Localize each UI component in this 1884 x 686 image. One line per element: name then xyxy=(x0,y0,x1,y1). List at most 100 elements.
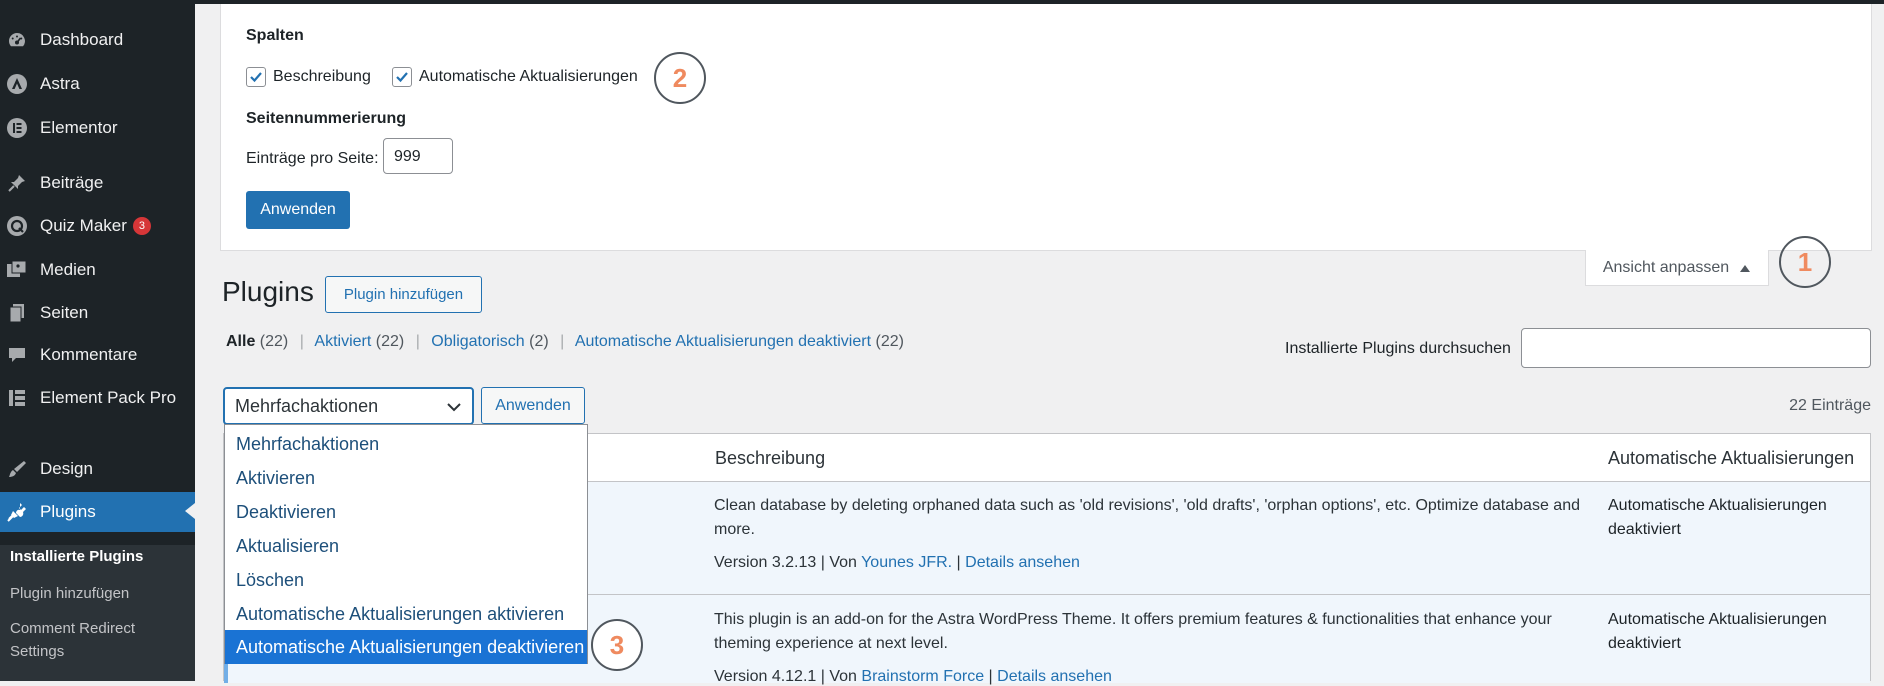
sidebar-item-astra[interactable]: Astra xyxy=(0,65,195,103)
filter-active-count: (22) xyxy=(375,333,405,350)
bulk-option[interactable]: Aktualisieren xyxy=(225,529,587,563)
filter-mustuse[interactable]: Obligatorisch xyxy=(431,333,524,350)
bulk-actions-select[interactable]: Mehrfachaktionen xyxy=(223,387,474,425)
bulk-actions-dropdown: Mehrfachaktionen Aktivieren Deaktivieren… xyxy=(224,424,588,664)
brush-icon xyxy=(2,459,32,479)
dashboard-icon xyxy=(2,30,32,50)
sidebar-item-element-pack-pro[interactable]: Element Pack Pro xyxy=(0,379,195,417)
comments-icon xyxy=(2,345,32,365)
plugins-submenu: Installierte Plugins Plugin hinzufügen C… xyxy=(0,545,195,681)
pin-icon xyxy=(2,173,32,193)
screen-options-toggle[interactable]: Ansicht anpassen xyxy=(1585,250,1769,286)
auto-updates-checkbox-label: Automatische Aktualisierungen xyxy=(419,68,638,85)
screen-options-panel: Spalten Beschreibung Automatische Aktual… xyxy=(220,4,1872,251)
bulk-option[interactable]: Löschen xyxy=(225,563,587,597)
checkmark-icon xyxy=(250,72,262,83)
filter-all-count: (22) xyxy=(259,333,289,350)
filter-separator: | xyxy=(560,333,565,350)
auto-update-status-line: deaktiviert xyxy=(1608,635,1681,652)
elementor-icon xyxy=(2,117,32,139)
description-checkbox[interactable] xyxy=(246,67,266,87)
checkmark-icon xyxy=(396,72,408,83)
callout-1: 1 xyxy=(1779,236,1831,288)
sidebar-item-dashboard[interactable]: Dashboard xyxy=(0,21,195,59)
callout-2: 2 xyxy=(654,52,706,104)
bulk-option[interactable]: Deaktivieren xyxy=(225,495,587,529)
media-icon xyxy=(2,260,32,280)
items-count: 22 Einträge xyxy=(1789,397,1871,414)
plugin-author-link[interactable]: Brainstorm Force xyxy=(861,668,984,685)
bulk-option[interactable]: Aktivieren xyxy=(225,461,587,495)
sidebar-item-seiten[interactable]: Seiten xyxy=(0,294,195,332)
sidebar-item-label: Medien xyxy=(40,260,96,279)
sidebar-item-label: Beiträge xyxy=(40,173,104,192)
per-page-input[interactable]: 999 xyxy=(383,138,453,174)
plugin-meta: Version 4.12.1 | Von Brainstorm Force | … xyxy=(714,668,1112,685)
filter-mustuse-count: (2) xyxy=(529,333,549,350)
notification-badge: 3 xyxy=(132,217,151,235)
plugin-author-link[interactable]: Younes JFR. xyxy=(861,554,952,571)
add-plugin-button[interactable]: Plugin hinzufügen xyxy=(325,276,482,313)
sidebar-item-design[interactable]: Design xyxy=(0,450,195,488)
sidebar-item-label: Design xyxy=(40,459,93,478)
auto-update-status-line: deaktiviert xyxy=(1608,521,1681,538)
bulk-option-highlighted[interactable]: Automatische Aktualisierungen deaktivier… xyxy=(225,630,587,664)
sidebar-item-quiz-maker[interactable]: Quiz Maker 3 xyxy=(0,207,195,245)
auto-update-status-line: Automatische Aktualisierungen xyxy=(1608,611,1827,628)
page-title: Plugins xyxy=(222,276,314,307)
apply-screen-options-button[interactable]: Anwenden xyxy=(246,191,350,229)
submenu-add-plugin[interactable]: Plugin hinzufügen xyxy=(10,582,185,605)
submenu-comment-redirect-settings[interactable]: Comment Redirect Settings xyxy=(10,617,185,663)
sidebar-item-label: Plugins xyxy=(40,502,96,521)
bulk-actions-selected: Mehrfachaktionen xyxy=(235,395,379,416)
admin-sidebar: Dashboard Astra Elementor Beiträge Quiz … xyxy=(0,0,195,681)
sidebar-item-label: Kommentare xyxy=(40,345,138,364)
per-page-label: Einträge pro Seite: xyxy=(246,150,379,167)
element-pack-icon xyxy=(2,388,32,408)
search-input[interactable] xyxy=(1521,328,1871,368)
search-label: Installierte Plugins durchsuchen xyxy=(1285,340,1511,357)
bulk-apply-button[interactable]: Anwenden xyxy=(481,387,585,424)
sidebar-item-medien[interactable]: Medien xyxy=(0,251,195,289)
sidebar-item-label: Elementor xyxy=(40,118,118,137)
sidebar-item-label: Element Pack Pro xyxy=(40,388,177,407)
filter-auto-updates-disabled-count: (22) xyxy=(875,333,904,350)
filter-separator: | xyxy=(415,333,420,350)
plugin-description: Clean database by deleting orphaned data… xyxy=(714,497,1580,538)
astra-icon xyxy=(2,73,32,95)
plugin-by: Von xyxy=(829,668,857,685)
auto-update-status-line: Automatische Aktualisierungen xyxy=(1608,497,1827,514)
description-checkbox-label: Beschreibung xyxy=(273,68,371,85)
sidebar-item-label: Seiten xyxy=(40,303,89,322)
screen-options-toggle-label: Ansicht anpassen xyxy=(1602,258,1730,276)
plugin-details-link[interactable]: Details ansehen xyxy=(965,554,1080,571)
auto-updates-checkbox[interactable] xyxy=(392,67,412,87)
pagination-heading: Seitennummerierung xyxy=(246,110,407,127)
filter-all[interactable]: Alle xyxy=(226,333,255,350)
auto-update-status: Automatische Aktualisierungen deaktivier… xyxy=(1608,608,1848,656)
chevron-down-icon xyxy=(447,403,461,412)
plugin-status-filters: Alle (22) | Aktiviert (22) | Obligatoris… xyxy=(226,333,904,351)
columns-heading: Spalten xyxy=(246,27,304,44)
plugin-meta: Version 3.2.13 | Von Younes JFR. | Detai… xyxy=(714,554,1080,571)
filter-active[interactable]: Aktiviert xyxy=(314,333,371,350)
plugin-version: Version 4.12.1 xyxy=(714,668,817,685)
sidebar-item-label: Astra xyxy=(40,74,80,93)
sidebar-item-label: Quiz Maker xyxy=(40,216,127,235)
sidebar-item-beitraege[interactable]: Beiträge xyxy=(0,164,195,202)
filter-auto-updates-disabled[interactable]: Automatische Aktualisierungen deaktivier… xyxy=(575,333,871,350)
bulk-option[interactable]: Automatische Aktualisierungen aktivieren xyxy=(225,597,587,631)
sidebar-item-kommentare[interactable]: Kommentare xyxy=(0,336,195,374)
plugin-by: Von xyxy=(829,554,857,571)
sidebar-item-elementor[interactable]: Elementor xyxy=(0,109,195,147)
plugin-details-link[interactable]: Details ansehen xyxy=(997,668,1112,685)
submenu-installed-plugins[interactable]: Installierte Plugins xyxy=(10,545,185,568)
plugin-description: This plugin is an add-on for the Astra W… xyxy=(714,611,1552,652)
plugin-icon xyxy=(2,502,32,522)
auto-update-status: Automatische Aktualisierungen deaktivier… xyxy=(1608,494,1848,542)
pages-icon xyxy=(2,303,32,323)
sidebar-item-label: Dashboard xyxy=(40,30,124,49)
sidebar-item-plugins[interactable]: Plugins xyxy=(0,492,195,532)
column-header-description: Beschreibung xyxy=(715,448,826,468)
bulk-option[interactable]: Mehrfachaktionen xyxy=(225,427,587,461)
